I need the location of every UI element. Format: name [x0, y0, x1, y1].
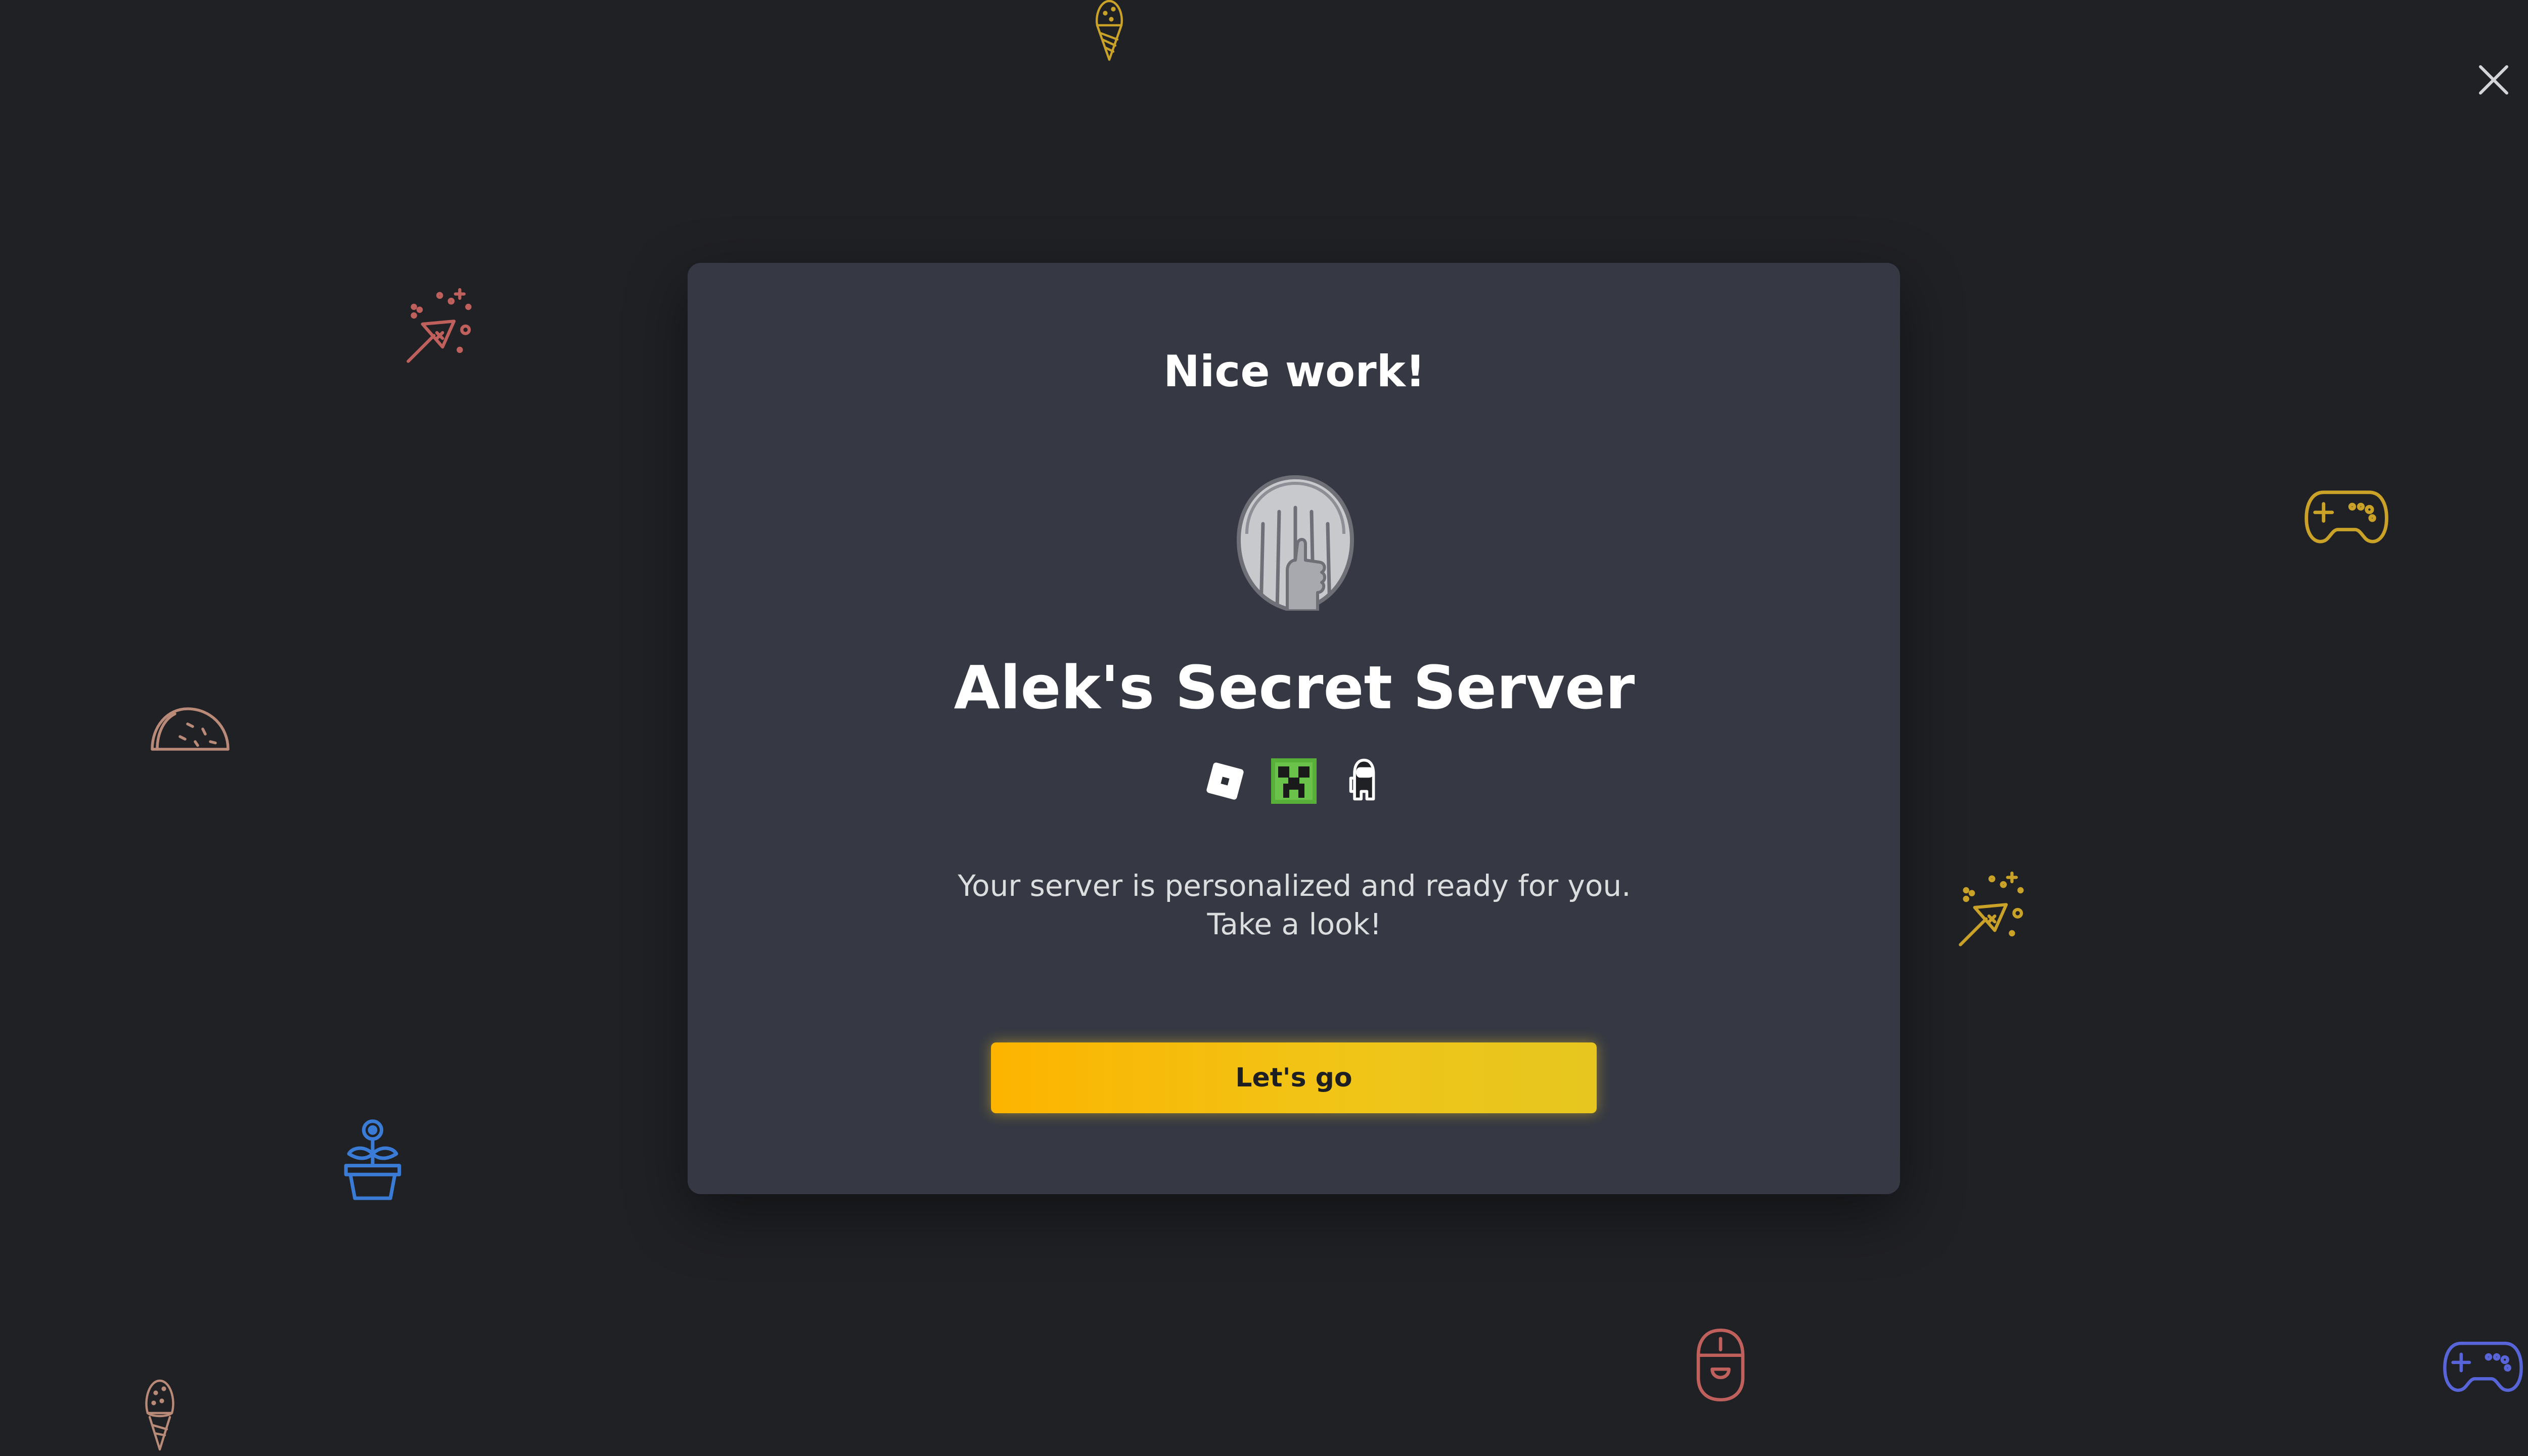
ice-cream-cone-icon: [1089, 0, 1130, 66]
potted-plant-icon: [340, 1115, 405, 1201]
dialog-description: Your server is personalized and ready fo…: [0, 867, 2528, 943]
dialog-title: Nice work!: [1163, 346, 1426, 397]
among-us-crewmate-icon: [1340, 756, 1385, 802]
description-line-2: Take a look!: [1207, 907, 1382, 941]
thumbs-up-shell-icon: [1236, 475, 1355, 611]
minecraft-creeper-icon: [1271, 758, 1317, 804]
ice-cream-cone-icon: [140, 1370, 180, 1456]
description-line-1: Your server is personalized and ready fo…: [958, 869, 1631, 903]
close-button[interactable]: [2475, 62, 2512, 98]
close-icon: [2479, 65, 2508, 95]
roblox-icon: [1202, 758, 1248, 804]
computer-mouse-icon: [1693, 1325, 1748, 1405]
game-controller-icon: [2304, 486, 2389, 547]
game-controller-icon: [2442, 1338, 2524, 1395]
server-name: Alek's Secret Server: [954, 653, 1635, 722]
lets-go-button[interactable]: Let's go: [991, 1042, 1597, 1113]
server-icon: [1233, 473, 1358, 611]
